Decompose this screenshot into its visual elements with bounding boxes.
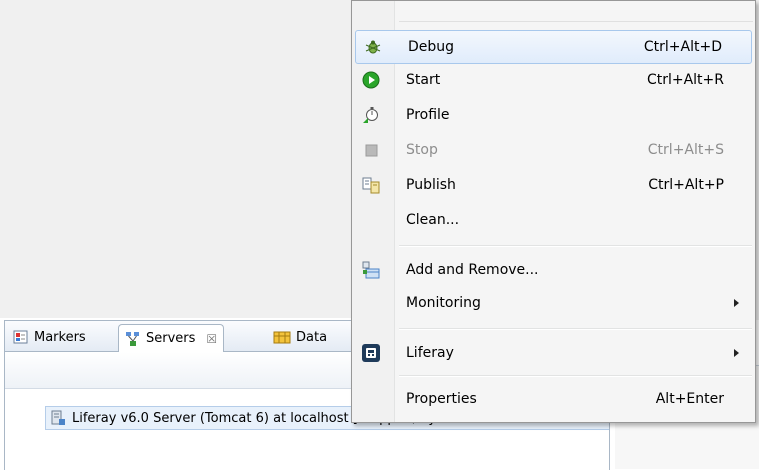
menu-separator	[399, 21, 753, 22]
menu-item-publish[interactable]: Publish Ctrl+Alt+P	[354, 169, 753, 201]
tab-data-source[interactable]: Data	[267, 324, 333, 350]
menu-separator	[399, 245, 752, 247]
server-icon	[51, 410, 65, 425]
data-source-icon	[273, 331, 291, 344]
menu-item-profile[interactable]: Profile	[354, 99, 753, 131]
debug-bug-icon	[362, 36, 384, 58]
menu-item-stop[interactable]: Stop Ctrl+Alt+S	[354, 134, 753, 166]
profile-stopwatch-icon	[360, 104, 382, 126]
close-icon[interactable]: ☒	[206, 332, 217, 346]
tab-label: Servers	[146, 331, 196, 346]
menu-item-shortcut: Ctrl+Alt+D	[643, 39, 722, 55]
menu-item-label: Start	[406, 72, 441, 88]
menu-item-label: Monitoring	[406, 295, 481, 311]
menu-item-label: Debug	[408, 39, 455, 55]
tab-label: Data	[296, 329, 328, 345]
menu-item-label: Add and Remove...	[406, 262, 539, 278]
menu-item-start[interactable]: Start Ctrl+Alt+R	[354, 64, 753, 96]
liferay-icon	[360, 342, 382, 364]
menu-item-debug[interactable]: Debug Ctrl+Alt+D	[355, 30, 752, 64]
submenu-arrow-icon	[734, 299, 739, 307]
menu-item-monitoring[interactable]: Monitoring	[354, 287, 753, 319]
menu-item-label: Liferay	[406, 345, 454, 361]
menu-item-properties[interactable]: Properties Alt+Enter	[354, 383, 753, 415]
tab-servers[interactable]: Servers ☒	[118, 324, 225, 352]
submenu-arrow-icon	[734, 349, 739, 357]
stop-square-icon	[360, 139, 382, 161]
menu-separator	[399, 328, 752, 330]
menu-item-liferay[interactable]: Liferay	[354, 337, 753, 369]
context-menu: Debug Ctrl+Alt+D Start Ctrl+Alt+R Profil…	[351, 0, 756, 423]
publish-icon	[360, 174, 382, 196]
tab-label: Markers	[34, 329, 86, 345]
add-remove-icon	[360, 259, 382, 281]
menu-item-label: Profile	[406, 107, 450, 123]
menu-item-shortcut: Ctrl+Alt+P	[648, 177, 724, 193]
start-play-icon	[360, 69, 382, 91]
tab-markers[interactable]: Markers	[7, 324, 92, 350]
menu-item-shortcut: Ctrl+Alt+S	[647, 142, 724, 158]
menu-item-label: Stop	[406, 142, 438, 158]
menu-item-label: Publish	[406, 177, 456, 193]
menu-item-shortcut: Ctrl+Alt+R	[646, 72, 724, 88]
menu-item-label: Clean...	[406, 212, 460, 228]
menu-item-add-remove[interactable]: Add and Remove...	[354, 254, 753, 286]
menu-item-shortcut: Alt+Enter	[655, 391, 724, 407]
menu-item-clean[interactable]: Clean...	[354, 204, 753, 236]
menu-item-label: Properties	[406, 391, 477, 407]
menu-separator	[399, 375, 752, 377]
markers-icon	[13, 330, 28, 344]
servers-icon	[126, 331, 139, 346]
